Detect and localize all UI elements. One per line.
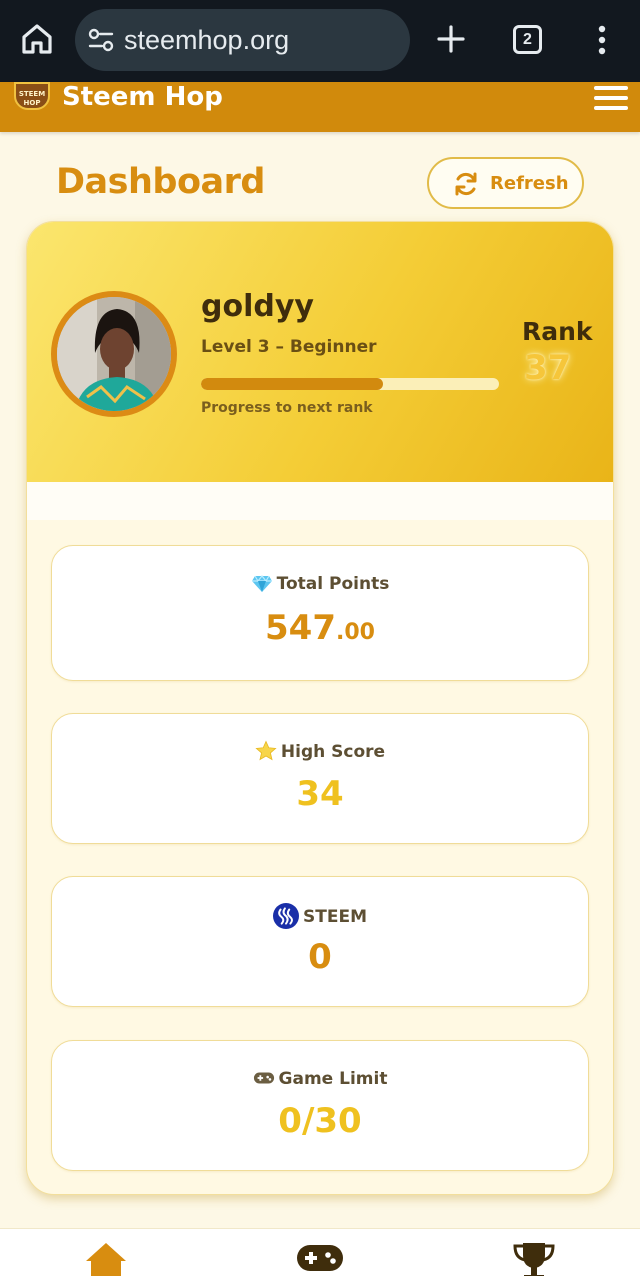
more-menu-icon[interactable] xyxy=(591,24,613,56)
game-limit-value: 0/30 xyxy=(278,1101,362,1141)
total-points-card: Total Points 547.00 xyxy=(51,545,589,681)
game-limit-label: Game Limit xyxy=(278,1069,388,1089)
avatar[interactable] xyxy=(51,291,177,417)
steem-logo-icon xyxy=(273,903,299,929)
page-title: Dashboard xyxy=(56,162,265,202)
high-score-value: 34 xyxy=(296,774,344,814)
profile-banner: goldyy Level 3 – Beginner Progress to ne… xyxy=(27,222,613,482)
browser-toolbar: steemhop.org 2 xyxy=(0,0,640,82)
gamepad-icon[interactable] xyxy=(296,1241,344,1273)
refresh-button[interactable]: Refresh xyxy=(427,157,584,209)
high-score-card: High Score 34 xyxy=(51,713,589,844)
rank-progress-bar xyxy=(201,378,499,390)
game-limit-header: Game Limit xyxy=(52,1067,588,1090)
username: goldyy xyxy=(201,289,314,324)
address-bar[interactable]: steemhop.org xyxy=(75,9,410,71)
hamburger-menu-icon[interactable] xyxy=(594,86,628,110)
steem-header: STEEM xyxy=(52,903,588,929)
refresh-label: Refresh xyxy=(490,173,569,194)
progress-caption: Progress to next rank xyxy=(201,400,373,416)
home-icon[interactable] xyxy=(84,1241,128,1276)
logo[interactable]: STEEM HOP xyxy=(14,82,50,110)
logo-text: STEEM HOP xyxy=(18,90,46,107)
total-points-header: Total Points xyxy=(52,572,588,595)
gamepad-icon xyxy=(253,1072,274,1084)
steem-card: STEEM 0 xyxy=(51,876,589,1007)
bottom-nav xyxy=(0,1228,640,1276)
steem-label: STEEM xyxy=(303,907,367,927)
rank-label: Rank xyxy=(522,317,593,346)
star-icon xyxy=(255,740,277,761)
avatar-image xyxy=(57,297,171,411)
new-tab-icon[interactable] xyxy=(436,24,466,54)
brand-title[interactable]: Steem Hop xyxy=(62,82,223,112)
total-points-value: 547.00 xyxy=(52,608,588,653)
tab-count: 2 xyxy=(523,31,532,48)
trophy-icon[interactable] xyxy=(512,1241,556,1276)
app-header: STEEM HOP Steem Hop xyxy=(0,82,640,132)
total-points-whole: 547 xyxy=(265,608,336,648)
total-points-label: Total Points xyxy=(276,574,390,594)
rank-value: 37 xyxy=(524,348,572,388)
url-text[interactable]: steemhop.org xyxy=(124,23,289,57)
high-score-header: High Score xyxy=(52,740,588,763)
dashboard-card: goldyy Level 3 – Beginner Progress to ne… xyxy=(26,221,614,1195)
refresh-icon xyxy=(455,172,477,196)
gem-icon xyxy=(251,575,272,592)
divider-band xyxy=(27,482,613,520)
rank-progress-fill xyxy=(201,378,383,390)
site-settings-icon[interactable] xyxy=(88,28,114,52)
user-level: Level 3 – Beginner xyxy=(201,337,377,357)
home-icon[interactable] xyxy=(20,22,54,56)
game-limit-card: Game Limit 0/30 xyxy=(51,1040,589,1171)
high-score-label: High Score xyxy=(280,742,386,762)
total-points-decimal: .00 xyxy=(336,620,375,645)
tabs-icon[interactable]: 2 xyxy=(513,25,542,54)
steem-value: 0 xyxy=(308,937,332,977)
